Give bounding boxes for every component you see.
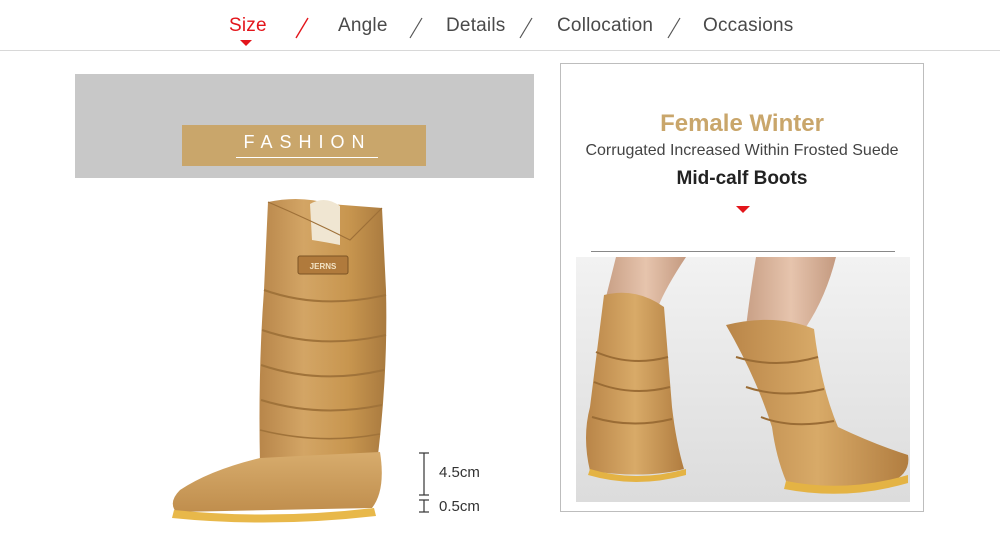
tab-size[interactable]: Size xyxy=(229,15,267,37)
tab-angle[interactable]: Angle xyxy=(338,15,388,37)
product-image-boot: JERNS xyxy=(140,190,430,530)
caret-down-icon xyxy=(736,206,750,213)
product-info-card: Female Winter Corrugated Increased Withi… xyxy=(560,63,924,512)
measure-ruler-icon xyxy=(419,452,429,513)
boot-badge-text: JERNS xyxy=(310,262,337,271)
fashion-underline xyxy=(236,157,378,158)
fashion-label: FASHION xyxy=(243,132,372,152)
card-title: Female Winter xyxy=(660,110,824,137)
nav-divider-icon xyxy=(519,17,533,39)
card-divider xyxy=(591,251,895,252)
model-boots-illustration xyxy=(576,257,910,502)
platform-height-label: 0.5cm xyxy=(439,498,480,515)
fashion-label-box: FASHION xyxy=(182,125,426,166)
fashion-banner: FASHION xyxy=(75,74,534,178)
active-tab-caret-icon xyxy=(240,40,252,46)
tab-details[interactable]: Details xyxy=(446,15,505,37)
tab-collocation[interactable]: Collocation xyxy=(557,15,653,37)
heel-measurement: 4.5cm 0.5cm xyxy=(410,450,520,520)
heel-height-label: 4.5cm xyxy=(439,464,480,481)
top-nav: Size Angle Details Collocation Occasions xyxy=(0,0,1000,51)
card-product-name: Mid-calf Boots xyxy=(676,168,808,189)
tab-occasions[interactable]: Occasions xyxy=(703,15,794,37)
model-photo xyxy=(576,257,910,502)
nav-divider-icon xyxy=(409,17,423,39)
card-subtitle: Corrugated Increased Within Frosted Sued… xyxy=(585,142,899,159)
nav-divider-icon xyxy=(295,17,309,39)
boot-illustration: JERNS xyxy=(172,198,387,523)
nav-divider-icon xyxy=(667,17,681,39)
